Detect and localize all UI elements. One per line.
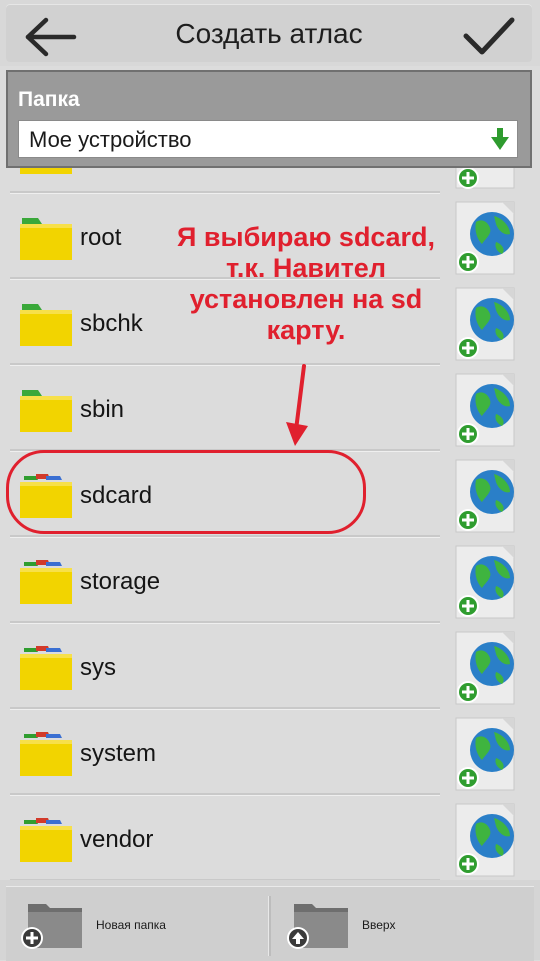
list-item-vendor[interactable]: vendor — [0, 796, 540, 880]
folder-dropdown-value: Мое устройство — [29, 127, 192, 152]
bottom-divider — [268, 896, 271, 956]
globe-add-icon — [455, 717, 515, 791]
confirm-button[interactable] — [456, 12, 520, 62]
list-item-sbin[interactable]: sbin — [0, 366, 540, 452]
add-atlas-globe-button[interactable] — [452, 544, 518, 620]
folder-icon — [20, 168, 72, 174]
list-item-storage[interactable]: storage — [0, 538, 540, 624]
globe-add-icon — [455, 631, 515, 705]
add-atlas-globe-button[interactable] — [452, 372, 518, 448]
new-folder-button[interactable]: Новая папка — [14, 888, 264, 958]
globe-add-icon — [455, 287, 515, 361]
up-button[interactable]: Вверх — [280, 888, 530, 958]
list-item-sdcard[interactable]: sdcard — [0, 452, 540, 538]
annotation-line: установлен на sd — [189, 284, 423, 314]
add-atlas-globe-button[interactable] — [452, 168, 518, 190]
folder-name: system — [80, 740, 157, 767]
globe-add-icon — [455, 168, 515, 189]
up-label: Вверх — [362, 918, 396, 932]
folder-name: sbchk — [80, 310, 143, 337]
folder-icon — [20, 474, 72, 518]
annotation-line: карту. — [266, 315, 346, 345]
add-atlas-globe-button[interactable] — [452, 802, 518, 878]
folder-icon — [20, 818, 72, 862]
folder-up-icon — [287, 904, 348, 949]
new-folder-label: Новая папка — [96, 918, 166, 932]
bottom-bar: Новая папка Вверх — [0, 880, 540, 961]
new-folder-icon — [21, 904, 82, 949]
globe-add-icon — [455, 201, 515, 275]
folder-icon — [20, 218, 72, 260]
folder-icon — [20, 560, 72, 604]
folder-icon — [20, 646, 72, 690]
globe-add-icon — [455, 373, 515, 447]
folder-panel: Папка Мое устройство — [6, 70, 532, 168]
annotation-text: Я выбираю sdcard, т.к. Навител установле… — [168, 222, 444, 346]
folder-name: vendor — [80, 826, 154, 853]
add-atlas-globe-button[interactable] — [452, 630, 518, 706]
folder-name: sys — [80, 654, 116, 681]
folder-name: sbin — [80, 396, 125, 423]
folder-name: storage — [80, 568, 161, 595]
page-title: Создать атлас — [175, 18, 363, 49]
list-item-partial[interactable] — [0, 168, 540, 194]
folder-icon — [20, 732, 72, 776]
add-atlas-globe-button[interactable] — [452, 200, 518, 276]
add-atlas-globe-button[interactable] — [452, 286, 518, 362]
top-bar: Создать атлас — [0, 0, 540, 66]
add-atlas-globe-button[interactable] — [452, 458, 518, 534]
list-item-system[interactable]: system — [0, 710, 540, 796]
folder-label: Папка — [18, 88, 80, 111]
folder-icon — [20, 390, 72, 432]
globe-add-icon — [455, 803, 515, 877]
annotation-line: Я выбираю sdcard, — [177, 222, 435, 252]
checkmark-icon — [463, 17, 515, 55]
globe-add-icon — [455, 545, 515, 619]
folder-name: sdcard — [80, 482, 153, 509]
folder-icon — [20, 304, 72, 346]
globe-add-icon — [455, 459, 515, 533]
list-item-sys[interactable]: sys — [0, 624, 540, 710]
top-bar-surface: Создать атлас — [6, 4, 532, 62]
annotation-arrow-icon — [286, 364, 308, 446]
folder-name: root — [80, 224, 122, 251]
add-atlas-globe-button[interactable] — [452, 716, 518, 792]
dropdown-arrow-icon — [491, 128, 509, 150]
annotation-line: т.к. Навител — [226, 253, 386, 283]
folder-dropdown[interactable]: Мое устройство — [18, 120, 518, 158]
